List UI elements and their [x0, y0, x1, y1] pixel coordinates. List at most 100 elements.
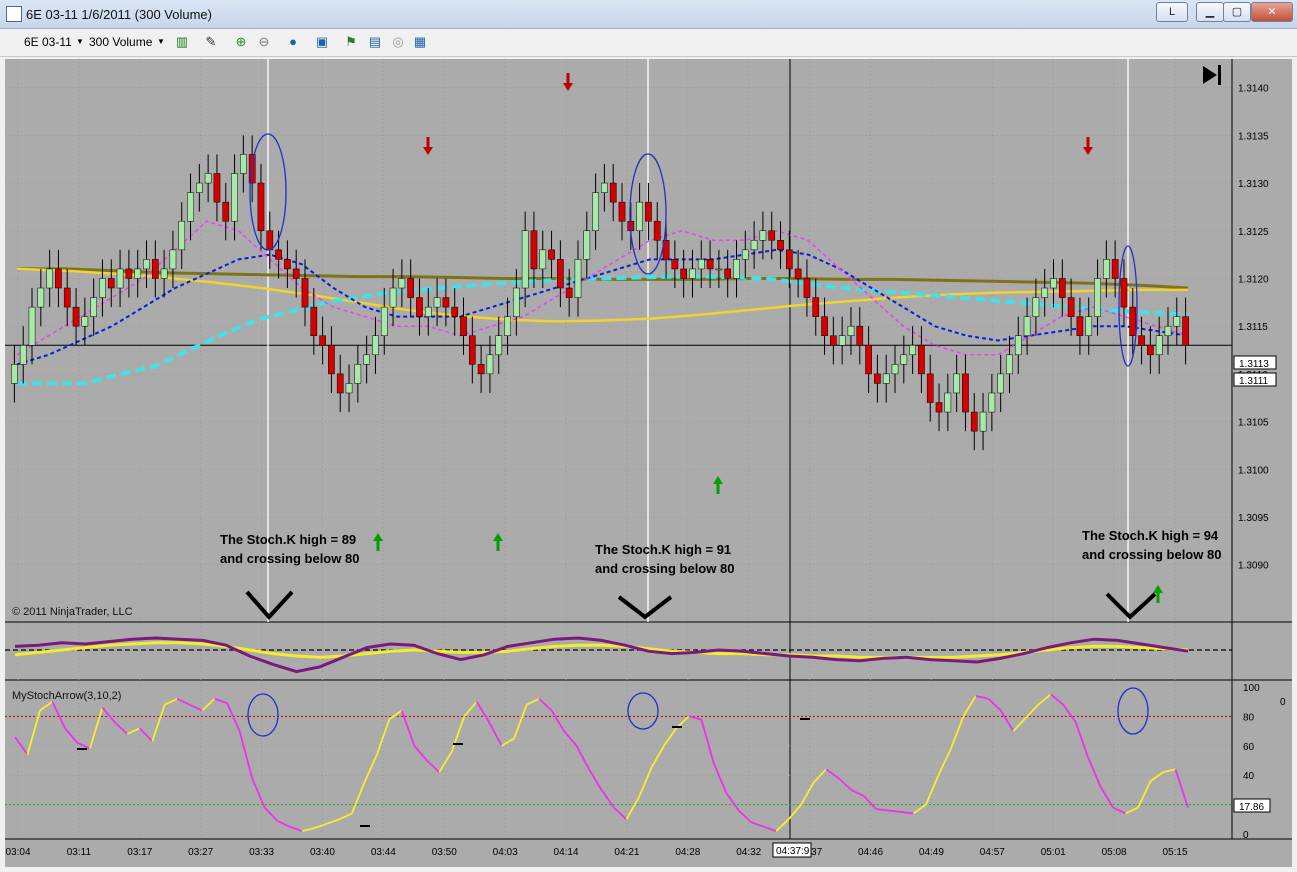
zoom-in-icon[interactable]: ⊕	[233, 34, 249, 50]
candle-body	[574, 259, 582, 298]
candle-body	[601, 182, 608, 193]
candle-body	[759, 230, 767, 241]
annotation-3-line2: and crossing below 80	[1082, 547, 1221, 562]
candle-body	[187, 192, 194, 222]
price-tick-label: 1.3090	[1238, 561, 1269, 572]
candle-body	[460, 316, 467, 336]
candle-body	[442, 297, 450, 308]
indicator-label: MyStochArrow(3,10,2)	[12, 690, 121, 702]
candle-body	[847, 325, 855, 336]
candle-body	[539, 249, 547, 270]
candle-body	[416, 297, 423, 317]
price-marker-last: 1.3113	[1239, 359, 1269, 370]
candle-body	[328, 345, 335, 375]
price-tick-label: 1.3115	[1238, 322, 1268, 333]
candle-body	[99, 278, 106, 298]
candle-body	[777, 240, 784, 251]
candle-body	[1182, 316, 1189, 346]
data-box-icon[interactable]: ▦	[412, 34, 428, 50]
candle-body	[750, 240, 758, 251]
time-tick-label: 04:03	[493, 847, 518, 858]
candle-body	[997, 373, 1005, 394]
close-icon[interactable]: ✕	[1251, 2, 1293, 22]
candle-body	[319, 335, 326, 346]
stoch-tick-label: 0	[1243, 830, 1249, 841]
price-tick-label: 1.3105	[1238, 418, 1269, 429]
candle-body	[706, 259, 714, 270]
time-tick-label: 05:01	[1041, 847, 1066, 858]
time-tick-label: 04:46	[858, 847, 883, 858]
candle-body	[372, 335, 379, 356]
candle-body	[231, 173, 238, 222]
candle-body	[257, 182, 265, 232]
candle-body	[785, 249, 793, 270]
refresh-icon[interactable]: ◎	[390, 34, 406, 50]
candle-body	[55, 268, 62, 289]
drawing-tool-icon[interactable]: ✎	[203, 34, 219, 50]
candle-body	[495, 335, 503, 356]
globe-icon[interactable]: ●	[285, 34, 301, 50]
chevron-down-icon[interactable]: ▼	[153, 34, 169, 50]
candle-body	[856, 325, 864, 346]
cursor-time-label: 04:37:9	[776, 846, 810, 857]
link-button[interactable]: L	[1156, 2, 1188, 22]
candle-body	[1058, 278, 1066, 298]
candle-body	[548, 249, 555, 260]
bar-type-icon[interactable]: ▥	[174, 34, 190, 50]
candle-body	[1120, 278, 1128, 308]
candle-body	[468, 335, 476, 365]
zoom-out-icon[interactable]: ⊖	[256, 34, 272, 50]
candle-body	[433, 297, 441, 308]
candle-body	[28, 306, 36, 346]
candle-body	[1164, 325, 1172, 336]
minimize-icon[interactable]: ▁	[1196, 2, 1224, 22]
candle-body	[284, 259, 291, 270]
candle-body	[292, 268, 300, 279]
candle-body	[1050, 278, 1057, 289]
properties-icon[interactable]: ▣	[314, 34, 330, 50]
candle-body	[204, 173, 212, 184]
candle-body	[962, 373, 969, 413]
indicators-icon[interactable]: ▤	[367, 34, 383, 50]
time-tick-label: 03:33	[249, 847, 274, 858]
strategies-icon[interactable]: ⚑	[343, 34, 359, 50]
candle-body	[354, 364, 362, 384]
annotation-2-line2: and crossing below 80	[595, 561, 734, 576]
candle-body	[653, 220, 661, 241]
time-tick-label: 04:57	[980, 847, 1005, 858]
candle-body	[521, 230, 529, 289]
candle-body	[794, 268, 802, 279]
candle-body	[724, 268, 732, 279]
candle-body	[116, 268, 124, 289]
chevron-down-icon[interactable]: ▼	[72, 34, 88, 50]
time-tick-label: 03:11	[67, 847, 92, 858]
candle-body	[874, 373, 881, 384]
candle-body	[90, 297, 97, 317]
osc-zero-label: 0	[1280, 697, 1286, 708]
time-tick-label: 04:21	[614, 847, 639, 858]
interval-selector[interactable]: 300 Volume	[89, 33, 152, 51]
candle-body	[477, 364, 485, 375]
candle-body	[944, 392, 952, 413]
instrument-selector[interactable]: 6E 03-11	[24, 33, 72, 51]
candle-body	[812, 297, 820, 317]
candle-body	[733, 259, 740, 279]
candle-body	[1155, 335, 1163, 356]
time-tick-label: 04:49	[919, 847, 944, 858]
candle-body	[671, 259, 679, 270]
candle-body	[768, 230, 776, 241]
maximize-icon[interactable]: ▢	[1223, 2, 1251, 22]
chart-area[interactable]: 1.3140 1.3135 1.3130 1.3125 1.3120 1.3115 1.31…	[5, 59, 1292, 867]
chart-svg[interactable]: 1.3140 1.3135 1.3130 1.3125 1.3120 1.3115 1.31…	[5, 59, 1292, 867]
candle-body	[697, 259, 705, 270]
annotation-1-line2: and crossing below 80	[220, 551, 359, 566]
candle-body	[424, 306, 432, 317]
annotation-2-line1: The Stoch.K high = 91	[595, 542, 731, 557]
candle-body	[213, 173, 221, 203]
candle-body	[19, 345, 27, 365]
candle-body	[592, 192, 599, 232]
candle-body	[953, 373, 960, 394]
candle-body	[970, 411, 978, 432]
candle-body	[222, 201, 230, 222]
candle-body	[1085, 316, 1093, 336]
